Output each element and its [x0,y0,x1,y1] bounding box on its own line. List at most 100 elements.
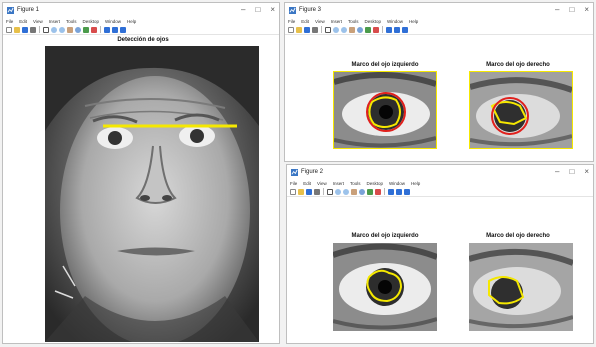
minimize-button[interactable]: – [555,168,559,176]
toolbar-separator [323,188,324,195]
menu-desktop[interactable]: Desktop [83,19,100,24]
zoom-in-icon[interactable] [335,188,341,195]
rotate-icon[interactable] [357,26,363,33]
zoom-out-icon[interactable] [59,26,65,33]
menu-edit[interactable]: Edit [301,19,309,24]
menu-window[interactable]: Window [389,181,405,186]
plot-title: Detección de ojos [117,37,169,43]
data-cursor-icon[interactable] [367,188,373,195]
menu-help[interactable]: Help [411,181,420,186]
menu-tools[interactable]: Tools [350,181,361,186]
figure-app-icon [7,6,14,14]
menu-file[interactable]: File [290,181,297,186]
left-eye-graphic [333,71,437,148]
legend-icon[interactable] [112,26,118,33]
menu-edit[interactable]: Edit [19,19,27,24]
minimize-button[interactable]: – [555,6,559,14]
menu-view[interactable]: View [317,181,327,186]
figure2-canvas: Marco del ojo izquierdo Marco del ojo de… [287,198,593,343]
zoom-in-icon[interactable] [51,26,57,33]
menu-insert[interactable]: Insert [331,19,342,24]
rotate-icon[interactable] [359,188,365,195]
pan-icon[interactable] [351,188,357,195]
minimize-button[interactable]: – [241,6,245,14]
brush-icon[interactable] [375,188,381,195]
menu-insert[interactable]: Insert [333,181,344,186]
figure2-titlebar[interactable]: Figure 2 – □ × [287,165,593,179]
pointer-icon[interactable] [325,26,331,33]
data-cursor-icon[interactable] [365,26,371,33]
data-cursor-icon[interactable] [83,26,89,33]
plot-tools-icon[interactable] [402,26,408,33]
pan-icon[interactable] [67,26,73,33]
figure1-menubar: File Edit View Insert Tools Desktop Wind… [3,17,279,25]
left-eye-image[interactable] [332,243,439,331]
right-eye-image[interactable] [469,71,573,149]
figure3-titlebar[interactable]: Figure 3 – □ × [285,3,593,17]
maximize-button[interactable]: □ [569,6,574,14]
open-icon[interactable] [296,26,302,33]
menu-insert[interactable]: Insert [49,19,60,24]
new-icon[interactable] [288,26,294,33]
menu-file[interactable]: File [288,19,295,24]
print-icon[interactable] [314,188,320,195]
legend-icon[interactable] [394,26,400,33]
menu-help[interactable]: Help [127,19,136,24]
right-eye-image[interactable] [468,243,575,331]
menu-view[interactable]: View [315,19,325,24]
rotate-icon[interactable] [75,26,81,33]
zoom-out-icon[interactable] [341,26,347,33]
face-image-graphic [45,46,259,346]
pan-icon[interactable] [349,26,355,33]
menu-window[interactable]: Window [387,19,403,24]
plot-tools-icon[interactable] [404,188,410,195]
colorbar-icon[interactable] [104,26,110,33]
close-button[interactable]: × [270,6,275,14]
colorbar-icon[interactable] [386,26,392,33]
plot-tools-icon[interactable] [120,26,126,33]
menu-tools[interactable]: Tools [66,19,77,24]
menu-desktop[interactable]: Desktop [365,19,382,24]
toolbar-separator [382,26,383,33]
zoom-out-icon[interactable] [343,188,349,195]
menu-view[interactable]: View [33,19,43,24]
new-icon[interactable] [290,188,296,195]
new-icon[interactable] [6,26,12,33]
menu-file[interactable]: File [6,19,13,24]
save-icon[interactable] [304,26,310,33]
figure1-window: Figure 1 – □ × File Edit View Insert Too… [2,2,280,346]
colorbar-icon[interactable] [388,188,394,195]
legend-icon[interactable] [396,188,402,195]
left-eye-graphic [332,243,439,331]
maximize-button[interactable]: □ [255,6,260,14]
menu-edit[interactable]: Edit [303,181,311,186]
figure-app-icon [289,6,296,14]
maximize-button[interactable]: □ [569,168,574,176]
close-button[interactable]: × [584,6,589,14]
zoom-in-icon[interactable] [333,26,339,33]
right-eye-graphic [468,243,575,331]
menu-window[interactable]: Window [105,19,121,24]
save-icon[interactable] [306,188,312,195]
brush-icon[interactable] [91,26,97,33]
left-eye-image[interactable] [333,71,437,149]
figure3-canvas: Marco del ojo izquierdo Marco del ojo de… [285,36,593,161]
menu-desktop[interactable]: Desktop [367,181,384,186]
right-eye-graphic [469,72,573,148]
figure1-titlebar[interactable]: Figure 1 – □ × [3,3,279,17]
menu-help[interactable]: Help [409,19,418,24]
menu-tools[interactable]: Tools [348,19,359,24]
face-image[interactable] [45,46,259,346]
left-eye-title: Marco del ojo izquierdo [351,62,419,68]
print-icon[interactable] [312,26,318,33]
right-eye-title: Marco del ojo derecho [486,62,550,68]
pointer-icon[interactable] [327,188,333,195]
close-button[interactable]: × [584,168,589,176]
open-icon[interactable] [298,188,304,195]
pointer-icon[interactable] [43,26,49,33]
open-icon[interactable] [14,26,20,33]
figure1-canvas: Detección de ojos [3,36,279,346]
print-icon[interactable] [30,26,36,33]
brush-icon[interactable] [373,26,379,33]
save-icon[interactable] [22,26,28,33]
